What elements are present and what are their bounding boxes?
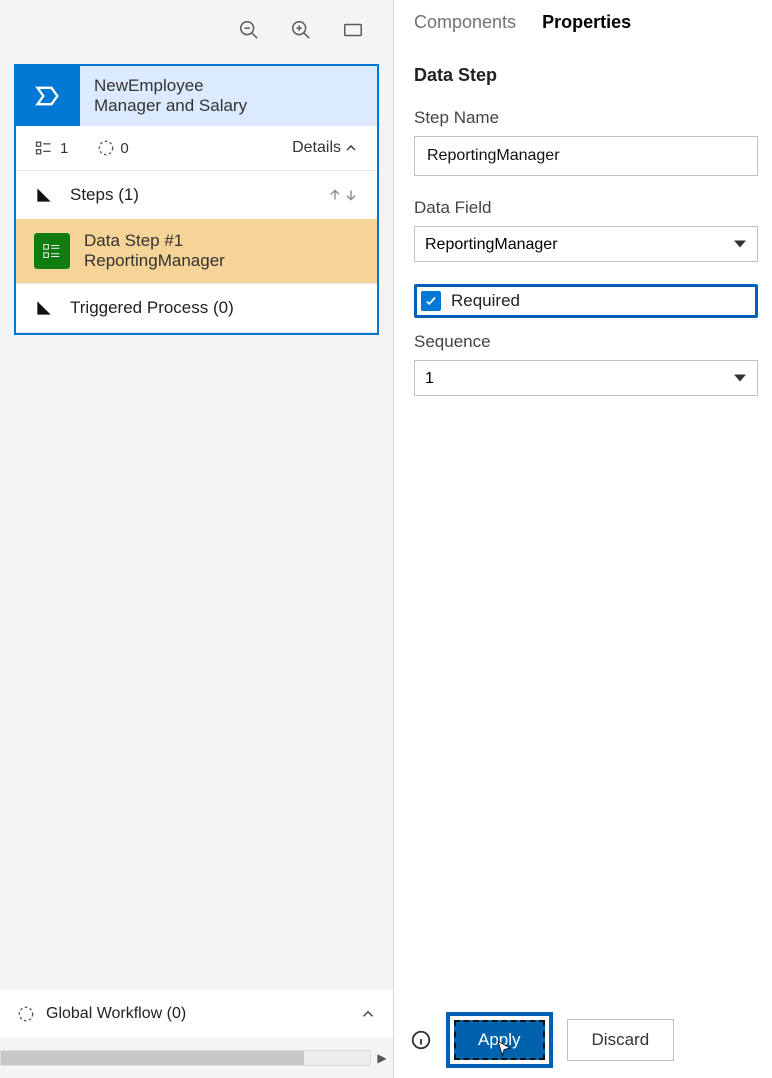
required-checkbox[interactable] xyxy=(421,291,441,311)
data-step-row[interactable]: Data Step #1 ReportingManager xyxy=(16,219,377,283)
triggered-process-row[interactable]: Triggered Process (0) xyxy=(16,283,377,333)
steps-row[interactable]: Steps (1) xyxy=(16,170,377,219)
required-checkbox-wrap[interactable]: Required xyxy=(414,284,758,318)
cursor-icon xyxy=(495,1039,513,1062)
data-field-select[interactable]: ReportingManager xyxy=(414,226,758,262)
panel-footer: Apply Discard xyxy=(394,1012,772,1068)
sort-icons[interactable] xyxy=(327,187,359,203)
data-field-label: Data Field xyxy=(414,198,758,218)
stage-title-line1: NewEmployee xyxy=(94,76,363,96)
data-step-text: Data Step #1 ReportingManager xyxy=(84,231,225,271)
sequence-select-wrap: 1 xyxy=(414,360,758,396)
triangle-icon xyxy=(34,298,54,318)
fit-screen-icon[interactable] xyxy=(341,18,365,42)
stage-meta-row: 1 0 Details xyxy=(16,126,377,170)
step-name-label: Step Name xyxy=(414,108,758,128)
chevron-up-icon xyxy=(359,1005,377,1023)
required-label: Required xyxy=(451,291,520,311)
stage-card[interactable]: NewEmployee Manager and Salary 1 0 Detai… xyxy=(14,64,379,335)
check-icon xyxy=(424,294,438,308)
data-step-icon xyxy=(34,233,70,269)
section-title: Data Step xyxy=(414,65,758,86)
arrow-up-icon xyxy=(327,187,343,203)
apply-button[interactable]: Apply xyxy=(454,1020,545,1060)
canvas-area: NewEmployee Manager and Salary 1 0 Detai… xyxy=(0,0,393,1078)
field-count-value: 1 xyxy=(60,140,68,157)
field-count: 1 xyxy=(34,138,68,158)
apply-button-highlight: Apply xyxy=(446,1012,553,1068)
global-workflow-label: Global Workflow (0) xyxy=(46,1005,359,1023)
scrollbar-thumb[interactable] xyxy=(1,1051,304,1065)
tab-components[interactable]: Components xyxy=(414,12,516,39)
arrow-down-icon xyxy=(343,187,359,203)
chevron-up-icon xyxy=(343,140,359,156)
data-field-select-wrap: ReportingManager xyxy=(414,226,758,262)
scroll-right-arrow[interactable]: ▶ xyxy=(371,1050,393,1066)
sequence-select[interactable]: 1 xyxy=(414,360,758,396)
zoom-out-icon[interactable] xyxy=(237,18,261,42)
properties-panel: Components Properties Data Step Step Nam… xyxy=(393,0,772,1078)
horizontal-scrollbar[interactable]: ▶ xyxy=(0,1048,393,1068)
details-toggle[interactable]: Details xyxy=(292,139,359,157)
dashed-circle-icon xyxy=(16,1004,36,1024)
sequence-label: Sequence xyxy=(414,332,758,352)
info-icon[interactable] xyxy=(410,1029,432,1051)
tab-properties[interactable]: Properties xyxy=(542,12,631,39)
discard-button[interactable]: Discard xyxy=(567,1019,675,1061)
scrollbar-track[interactable] xyxy=(0,1050,371,1066)
details-label: Details xyxy=(292,139,341,157)
steps-label: Steps (1) xyxy=(70,185,327,205)
data-step-name: ReportingManager xyxy=(84,251,225,271)
stage-title-line2: Manager and Salary xyxy=(94,96,363,116)
process-count: 0 xyxy=(96,138,128,158)
canvas-toolbar xyxy=(0,0,393,54)
step-name-input[interactable] xyxy=(414,136,758,176)
stage-header: NewEmployee Manager and Salary xyxy=(16,66,377,126)
data-step-title: Data Step #1 xyxy=(84,231,225,251)
zoom-in-icon[interactable] xyxy=(289,18,313,42)
triangle-icon xyxy=(34,185,54,205)
triggered-label: Triggered Process (0) xyxy=(70,298,234,318)
panel-tabs: Components Properties xyxy=(414,8,758,39)
stage-title: NewEmployee Manager and Salary xyxy=(80,66,377,126)
process-count-value: 0 xyxy=(120,140,128,157)
global-workflow-row[interactable]: Global Workflow (0) xyxy=(0,990,393,1038)
stage-chevron-icon xyxy=(16,66,80,126)
